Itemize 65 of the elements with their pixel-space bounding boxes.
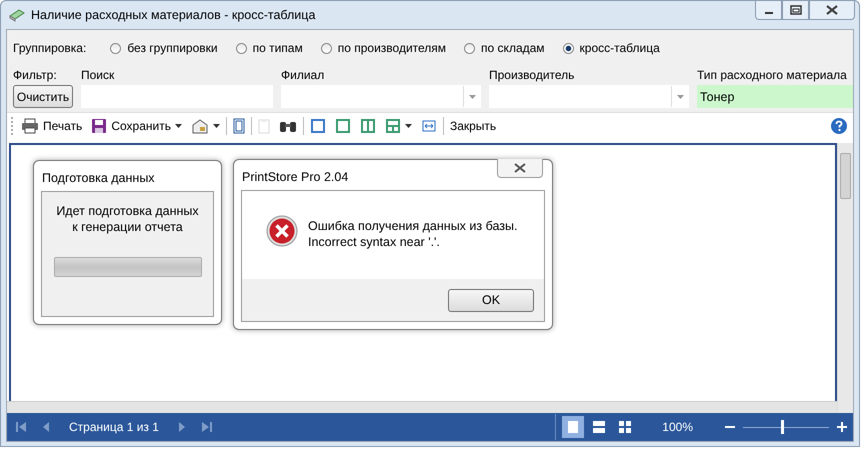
radio-option[interactable]: по складам — [464, 41, 545, 55]
toolbar-button[interactable]: Сохранить — [88, 117, 185, 135]
maximize-icon — [790, 5, 802, 15]
maximize-button[interactable] — [782, 1, 809, 20]
radio-option[interactable]: без группировки — [110, 41, 218, 55]
zoom-level: 100% — [662, 420, 693, 434]
toolbar-button[interactable]: Закрыть — [446, 118, 500, 134]
view-mode-button[interactable] — [562, 416, 584, 438]
dialog-title: Подготовка данных — [41, 170, 156, 187]
caret-icon — [468, 94, 476, 98]
window-title: Наличие расходных материалов - кросс-таблица — [31, 8, 316, 22]
fit-width-icon — [420, 118, 437, 134]
close-button[interactable] — [497, 159, 543, 178]
grouping-label: Группировка: — [13, 41, 86, 55]
dropdown-field[interactable] — [281, 85, 481, 108]
close-icon — [513, 163, 527, 173]
page-indicator: Страница 1 из 1 — [69, 420, 159, 434]
caret-icon — [174, 124, 182, 128]
dropdown-field[interactable] — [489, 85, 689, 108]
field-label: Поиск — [81, 68, 116, 82]
previous-page-icon[interactable] — [41, 421, 51, 433]
zoom-slider[interactable] — [743, 420, 829, 434]
last-page-icon[interactable] — [200, 421, 213, 433]
grid-layout-icon — [384, 118, 401, 134]
toolbar-button[interactable]: Печать — [18, 117, 86, 135]
help-icon[interactable] — [831, 118, 847, 134]
close-button[interactable] — [809, 1, 855, 20]
single-page-icon — [568, 421, 578, 433]
radio-option[interactable]: по типам — [236, 41, 303, 55]
input-field[interactable]: Тонер — [697, 85, 853, 108]
caret-icon — [676, 94, 684, 98]
radio-option[interactable]: по производителям — [320, 41, 446, 55]
two-rows-icon — [593, 421, 606, 433]
caret-icon — [212, 124, 220, 128]
page-layout-icon — [334, 118, 351, 134]
field-label: Филиал — [281, 68, 326, 82]
progress-message: Идет подготовка данных — [56, 203, 199, 219]
page-icon — [232, 118, 245, 134]
house-icon — [190, 118, 209, 134]
clipboard-icon — [258, 118, 270, 134]
close-icon — [825, 5, 839, 15]
horizontal-scrollbar[interactable] — [7, 401, 837, 413]
minimize-button[interactable] — [755, 1, 782, 20]
first-page-icon[interactable] — [15, 421, 27, 433]
clear-button[interactable]: Очистить — [13, 85, 73, 108]
printer-icon — [21, 118, 39, 134]
zoom-in-icon[interactable] — [837, 422, 847, 432]
vertical-scrollbar[interactable] — [837, 143, 853, 413]
field-label: Производитель — [489, 68, 576, 82]
error-icon — [266, 215, 298, 247]
field-label: Тип расходного материала — [697, 68, 848, 82]
next-page-icon[interactable] — [176, 421, 187, 433]
radio-option[interactable]: кросс-таблица — [562, 41, 660, 55]
progress-message: к генерации отчета — [72, 219, 183, 235]
dialog-title: PrintStore Pro 2.04 — [241, 169, 350, 186]
ok-button[interactable]: OK — [448, 288, 534, 312]
caret-icon — [404, 124, 412, 128]
two-pages-icon — [360, 118, 376, 134]
grid-icon — [619, 421, 632, 433]
app-icon — [9, 7, 25, 23]
filter-label: Фильтр: — [13, 68, 58, 82]
single-page-icon — [310, 118, 326, 134]
error-message: Incorrect syntax near '.'. — [308, 234, 441, 250]
minimize-icon — [764, 12, 772, 14]
error-message: Ошибка получения данных из базы. — [308, 218, 518, 234]
